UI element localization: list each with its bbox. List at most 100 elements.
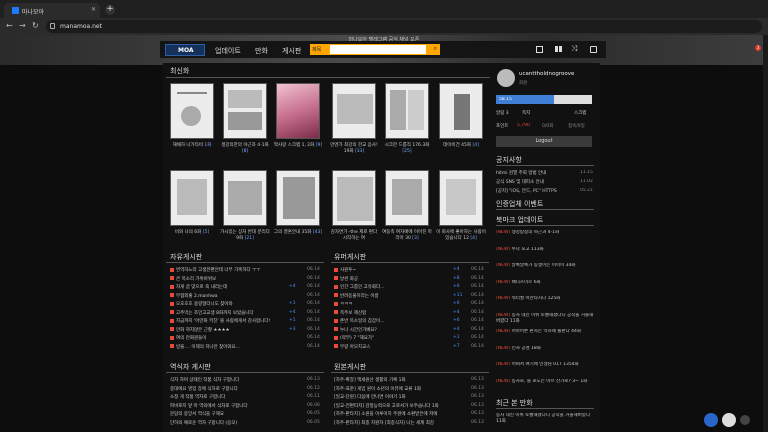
list-item[interactable]: 파바로지 앞 마 역의에서 식자로 구합니다 bbox=[170, 403, 285, 409]
comic-caption[interactable]: 짝사랑 스크랩 1, 2화 [9] bbox=[273, 143, 323, 149]
comic-thumbnail[interactable] bbox=[170, 83, 214, 139]
close-tab-icon[interactable]: ✕ bbox=[91, 6, 96, 13]
list-item[interactable]: [자주-판타지] 소원을 이루어지 주원에 소환받은에 저에 bbox=[334, 411, 449, 417]
comic-thumbnail[interactable] bbox=[439, 83, 483, 139]
list-item[interactable]: 인간 그룹인 고유화다... bbox=[334, 284, 449, 290]
list-item[interactable]: 방울.... 이제의 히나만 찾아와요... bbox=[170, 344, 285, 350]
site-logo[interactable]: MOA bbox=[165, 44, 205, 56]
comic-thumbnail[interactable] bbox=[385, 83, 429, 139]
back-icon[interactable]: ← bbox=[6, 21, 13, 30]
recent-title[interactable]: 최근 본 만화 bbox=[496, 398, 533, 408]
bookmark-item[interactable]: (NEW) 누나 포고 113화 bbox=[496, 247, 594, 260]
nav-item-manga[interactable]: 만화 bbox=[255, 46, 268, 56]
bookmark-item[interactable]: (NEW) 동사로, 를 로도는 아르 산가로? 3~ 1화 bbox=[496, 379, 594, 392]
comic-thumbnail[interactable] bbox=[276, 170, 320, 226]
comic-caption[interactable]: 이 회사에 좋아하는 사람이 있습니다 12 [4] bbox=[436, 230, 486, 242]
bookmark-item[interactable]: (NEW) 워터월 마찬타시다 125화 bbox=[496, 296, 594, 309]
comic-caption[interactable]: 감자면가 -the 제로 편다 시작하는 여 bbox=[329, 230, 379, 242]
nav-item-updates[interactable]: 업데이트 bbox=[215, 46, 241, 56]
search-type-select[interactable]: 제목 bbox=[312, 46, 321, 53]
notification-icon[interactable] bbox=[590, 46, 597, 53]
comic-thumbnail[interactable] bbox=[332, 83, 376, 139]
list-item[interactable]: 누나 시간인가베요? bbox=[334, 327, 449, 333]
comic-caption[interactable]: 만엔가 최강의 한교 음사! 19화 [33] bbox=[329, 143, 379, 155]
comic-caption[interactable]: 비와 나의 6화 [5] bbox=[167, 230, 217, 236]
list-item[interactable]: 만화 까지않은 근황 ★★★★ bbox=[170, 327, 285, 333]
comic-thumbnail[interactable] bbox=[276, 83, 320, 139]
comic-thumbnail[interactable] bbox=[223, 170, 267, 226]
list-item[interactable]: 여의 만화원들이 bbox=[170, 335, 285, 341]
language-flag-icon[interactable] bbox=[722, 413, 736, 427]
comic-caption[interactable]: 시크한 드롭직 176.3화 [25] bbox=[382, 143, 432, 155]
reload-icon[interactable]: ↻ bbox=[32, 21, 39, 30]
bookmark-item[interactable]: (NEW) 어쩌서 여기에 인생님 017 1354화 bbox=[496, 362, 594, 375]
comic-caption[interactable]: 여동족 여자애에 이어진 마리아 30 [3] bbox=[382, 230, 432, 242]
list-item[interactable]: 문답의 중앙서 역식을 구해요 bbox=[170, 411, 285, 417]
list-item[interactable]: 촌반 목소일의 갑갑이... bbox=[334, 318, 449, 324]
notice-item[interactable]: 공식 SNS 및 대피소 안내 bbox=[496, 179, 574, 185]
settings-icon[interactable] bbox=[740, 415, 750, 425]
list-item[interactable]: 반려동물이라는 이름 bbox=[334, 293, 449, 299]
list-item[interactable]: 무협외출 2.manhwa bbox=[170, 293, 285, 299]
list-item[interactable]: 단하의 예로운 역자 구합니다 (응모) bbox=[170, 420, 285, 426]
list-item[interactable]: 지금까지 '아만화 키친' 볼 사람에게서 감사합니다! bbox=[170, 318, 285, 324]
certify-title[interactable]: 인증업체 이벤트 bbox=[496, 199, 543, 209]
list-item[interactable]: [자주-확장] 액세원산 생활의 기록 1화 bbox=[334, 377, 449, 383]
stat-alerts[interactable]: 알림 3 bbox=[496, 110, 509, 116]
bookmark-item[interactable]: (NEW) 어마어른 판사는 억하례 출판다 44화 bbox=[496, 329, 594, 342]
comic-thumbnail[interactable] bbox=[223, 83, 267, 139]
comic-caption[interactable]: 생강의한의 야근과 4-1화 [8] bbox=[220, 143, 270, 155]
bookmark-item[interactable]: (NEW) 인사 공명 18화 bbox=[496, 346, 594, 359]
logout-button[interactable]: Logout bbox=[496, 136, 592, 147]
search-icon[interactable]: ⌕ bbox=[434, 45, 437, 53]
list-item[interactable]: 번역하느라 고생한편안테 너무 가혹하다 ㅜㅜ bbox=[170, 267, 285, 273]
browser-tab[interactable]: 마나모아 ✕ bbox=[4, 3, 100, 18]
request-board-title[interactable]: 원본게시판 bbox=[334, 362, 366, 372]
scrollbar[interactable] bbox=[763, 35, 768, 432]
list-item[interactable]: [자주-표준] 게임 원이 소년의 이뮤에 교류 1화 bbox=[334, 386, 449, 392]
comic-caption[interactable]: 가시있는 상처 반대 분리다 9화 [21] bbox=[220, 230, 270, 242]
bookmark-icon[interactable] bbox=[555, 46, 562, 52]
stat-scrap[interactable]: 스크랩 bbox=[574, 110, 586, 116]
nav-item-board[interactable]: 게시판 bbox=[282, 46, 301, 56]
list-item[interactable]: [일교-전편타지] 감정능력으로 고로서가 보주습니다 1화 bbox=[334, 403, 449, 409]
comic-thumbnail[interactable] bbox=[385, 170, 429, 226]
search-input[interactable] bbox=[330, 45, 426, 54]
comic-caption[interactable]: 그의 결혼안내 35화 [43] bbox=[273, 230, 323, 236]
humor-board-title[interactable]: 유머게시판 bbox=[334, 252, 366, 262]
list-item[interactable]: ㅋㅋㅋ bbox=[334, 301, 449, 307]
comic-thumbnail[interactable] bbox=[170, 170, 214, 226]
list-item[interactable]: 소정 게 작품 역자로 구합니다 bbox=[170, 394, 285, 400]
translator-board-title[interactable]: 역식자 게시판 bbox=[170, 362, 211, 372]
bookmark-item[interactable]: (NEW) 생강탐정의 야근과 4-1화 bbox=[496, 230, 594, 243]
bookmark-item[interactable]: (NEW) 동사 데신 미위 토빨해졌다니 공작을 거물해버렸다 11화 bbox=[496, 313, 594, 326]
list-item[interactable]: 사원투~ bbox=[334, 267, 449, 273]
free-board-title[interactable]: 자유게시판 bbox=[170, 252, 202, 262]
comic-thumbnail[interactable] bbox=[439, 170, 483, 226]
comic-caption[interactable]: 데이비건 45화 [4] bbox=[436, 143, 486, 149]
stat-messages[interactable]: 쪽지 bbox=[522, 110, 530, 116]
bookmark-item[interactable]: (NEW) 알록달록가 동생이는 이이이 34화 bbox=[496, 263, 594, 276]
list-item[interactable]: 무량 아모치교스 bbox=[334, 344, 449, 350]
comic-thumbnail[interactable] bbox=[332, 170, 376, 226]
floating-bot-icon[interactable] bbox=[704, 413, 718, 427]
notice-title[interactable]: 공지사항 bbox=[496, 155, 522, 165]
list-item[interactable]: [일교-단원] 다음에 만나면 이야기 1화 bbox=[334, 394, 449, 400]
avatar[interactable] bbox=[497, 69, 515, 87]
recent-item[interactable]: 동사 데신 미위 토빨해졌다니 공작을 거물해버렸다 11화 bbox=[496, 413, 594, 425]
list-item[interactable]: 중대에요 영업 장에 식자로 구합니다 bbox=[170, 386, 285, 392]
bookmark-title[interactable]: 북마크 업데이트 bbox=[496, 215, 543, 225]
notice-item[interactable]: [공지] "iOS, 안드, PC" HTTPS bbox=[496, 188, 574, 194]
list-item[interactable]: 족주보 제산합 bbox=[334, 310, 449, 316]
url-field[interactable]: manamoa.net bbox=[46, 20, 762, 33]
bookmark-item[interactable]: (NEW) 배니즈미르 6화 bbox=[496, 280, 594, 293]
new-tab-button[interactable]: + bbox=[105, 5, 115, 15]
username[interactable]: ucanttholdnogroove bbox=[519, 71, 574, 77]
list-item[interactable]: 날씬 화공 bbox=[334, 276, 449, 282]
list-item[interactable]: [자주-판타지] 최종 지원자 [최종식자] 나는 세계 최강 bbox=[334, 420, 449, 426]
list-item[interactable]: (약부) 7 "해요가" bbox=[334, 335, 449, 341]
shuffle-icon[interactable]: ⤨ bbox=[571, 44, 577, 54]
notice-item[interactable]: hitmi 검열 주회 방법 안내 bbox=[496, 170, 574, 176]
list-item[interactable]: 고추먹는 조인고교생 8화까지 보았습니다 bbox=[170, 310, 285, 316]
comic-caption[interactable]: 재채하 나가타비 1화 bbox=[167, 143, 217, 149]
